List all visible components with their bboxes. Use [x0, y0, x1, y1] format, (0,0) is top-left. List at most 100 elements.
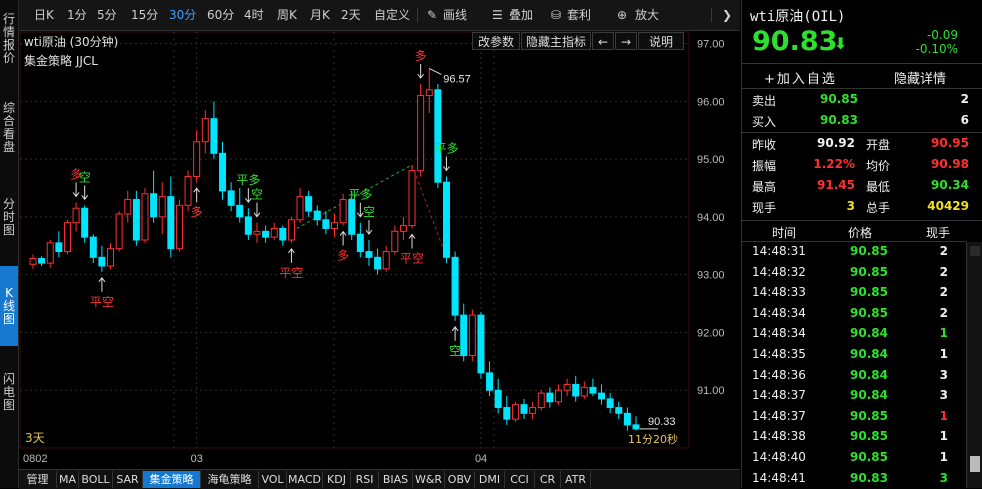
- candle-body: [38, 257, 46, 264]
- indicator-tab-15[interactable]: CR: [535, 471, 561, 488]
- indicator-tab-13[interactable]: DMI: [475, 471, 505, 488]
- trade-price: 90.85: [850, 450, 888, 464]
- period-tab-6[interactable]: 4时: [244, 7, 264, 23]
- nav-item-3[interactable]: K线图: [0, 266, 18, 346]
- bid-price: 90.83: [820, 113, 858, 127]
- candle-body: [115, 213, 123, 250]
- period-tab-7[interactable]: 周K: [277, 7, 297, 23]
- candle-body: [365, 251, 373, 258]
- signal-label: 多: [191, 205, 203, 219]
- trade-time: 14:48:34: [752, 305, 806, 320]
- period-tab-4[interactable]: 30分: [169, 7, 196, 23]
- y-tick-label: 94.00: [697, 212, 725, 224]
- zoom-icon[interactable]: ⊕: [617, 7, 627, 23]
- indicator-tab-4[interactable]: 集金策略: [143, 471, 201, 488]
- period-tab-3[interactable]: 15分: [131, 7, 158, 23]
- candle-body: [425, 89, 433, 97]
- period-tab-2[interactable]: 5分: [97, 7, 117, 23]
- nav-item-4[interactable]: 闪电图: [0, 352, 18, 432]
- indicator-tab-2[interactable]: BOLL: [79, 471, 113, 488]
- nav-item-1[interactable]: 综合看盘: [0, 88, 18, 168]
- next-arrow-button[interactable]: →: [615, 32, 637, 50]
- trade-volume: 1: [939, 347, 948, 361]
- candle-body: [589, 386, 597, 394]
- signal-label: 平空: [400, 251, 424, 265]
- indicator-tab-8[interactable]: KDJ: [323, 471, 351, 488]
- arbitrage-button[interactable]: 套利: [567, 7, 591, 23]
- ask-label: 卖出: [752, 94, 777, 108]
- indicator-tab-16[interactable]: ATR: [561, 471, 591, 488]
- overlay-button[interactable]: 叠加: [509, 7, 533, 23]
- trade-price: 90.84: [850, 347, 888, 361]
- quote-panel: wti原油(OIL) 90.83 ⬇ -0.09 -0.10% +加入自选 隐藏…: [741, 0, 982, 488]
- trade-price: 90.84: [850, 326, 888, 341]
- zoom-button[interactable]: 放大: [635, 7, 659, 23]
- indicator-tab-12[interactable]: OBV: [445, 471, 475, 488]
- period-tab-8[interactable]: 月K: [310, 7, 330, 23]
- period-tab-0[interactable]: 日K: [34, 7, 54, 23]
- candle-body: [150, 193, 158, 218]
- bid-volume: 6: [960, 113, 969, 127]
- candle-body: [537, 392, 545, 409]
- period-toolbar: 日K 1分 5分 15分 30分 60分 4时 周K 月K 2天 自定义 ✎ 画线 ☰ 叠加 ⛁ 套利 ⊕ 放大 ❯: [19, 0, 740, 31]
- indicator-tab-6[interactable]: VOL: [259, 471, 287, 488]
- indicator-tab-9[interactable]: RSI: [351, 471, 379, 488]
- indicator-tab-5[interactable]: 海龟策略: [201, 471, 259, 488]
- add-watchlist-button[interactable]: +加入自选: [764, 68, 837, 87]
- period-tab-10[interactable]: 自定义: [374, 7, 410, 23]
- trades-scrollbar[interactable]: [966, 242, 982, 488]
- signal-arrow-down-icon: [72, 182, 80, 198]
- indicator-tab-10[interactable]: BIAS: [379, 471, 413, 488]
- trade-row: 14:48:32 90.85 2: [742, 262, 966, 283]
- trade-price: 90.84: [850, 367, 888, 382]
- change-params-button[interactable]: 改参数: [472, 32, 520, 50]
- trade-price: 90.85: [850, 285, 888, 300]
- hide-main-indicator-button[interactable]: 隐藏主指标: [521, 32, 591, 50]
- candle-body: [262, 230, 270, 238]
- expand-chevron-icon[interactable]: ❯: [722, 7, 732, 23]
- indicator-tab-14[interactable]: CCI: [505, 471, 535, 488]
- candle-body: [442, 181, 450, 258]
- candle-body: [615, 407, 623, 414]
- indicator-tabs: 管理 MA BOLL SAR 集金策略 海龟策略 VOL MACD KDJ RSI BIAS W&R O…: [19, 469, 740, 489]
- layers-icon[interactable]: ☰: [492, 7, 503, 23]
- prev-arrow-button[interactable]: ←: [592, 32, 614, 50]
- period-tab-9[interactable]: 2天: [341, 7, 361, 23]
- candle-body: [81, 207, 89, 238]
- period-tab-1[interactable]: 1分: [67, 7, 87, 23]
- trade-volume: 2: [939, 244, 948, 258]
- trade-volume: 2: [939, 285, 948, 300]
- stat-row: 现手 3 总手 40429: [742, 197, 982, 217]
- kline-chart[interactable]: 97.00 96.00 95.00 94.00 93.00 92.00 91.00 0802 0…: [19, 30, 740, 468]
- period-tab-5[interactable]: 60分: [207, 7, 234, 23]
- x-tick-label: 04: [475, 453, 487, 465]
- trade-time: 14:48:36: [752, 367, 806, 382]
- candle-body: [46, 242, 54, 264]
- arbitrage-icon[interactable]: ⛁: [551, 7, 561, 23]
- draw-line-button[interactable]: 画线: [443, 7, 467, 23]
- candle-body: [270, 227, 278, 238]
- hide-detail-button[interactable]: 隐藏详情: [894, 68, 946, 87]
- scrollbar-thumb[interactable]: [970, 456, 980, 472]
- nav-item-2[interactable]: 分时图: [0, 178, 18, 256]
- indicator-tab-3[interactable]: SAR: [113, 471, 143, 488]
- signal-label: 多: [337, 249, 349, 263]
- candle-body: [460, 314, 468, 357]
- nav-item-0[interactable]: 行情报价: [0, 0, 18, 78]
- signal-arrow-up-icon: [451, 326, 459, 341]
- indicator-tab-11[interactable]: W&R: [413, 471, 445, 488]
- signal-arrow-down-icon: [417, 64, 425, 79]
- signal-label: 平多: [348, 188, 372, 202]
- indicator-tab-7[interactable]: MACD: [287, 471, 323, 488]
- nav-item-label: 闪电图: [3, 371, 16, 412]
- candle-body: [623, 412, 631, 426]
- nav-item-label: 行情报价: [3, 12, 16, 65]
- signal-label: 平多: [434, 141, 458, 155]
- pencil-icon[interactable]: ✎: [427, 7, 437, 23]
- left-nav: 行情报价综合看盘分时图 K线图闪电图: [0, 0, 19, 488]
- candle-body: [606, 398, 614, 409]
- indicator-tab-0[interactable]: 管理: [19, 471, 57, 488]
- indicator-tab-1[interactable]: MA: [57, 471, 79, 488]
- candle-body: [167, 196, 175, 250]
- help-button[interactable]: 说明: [638, 32, 684, 50]
